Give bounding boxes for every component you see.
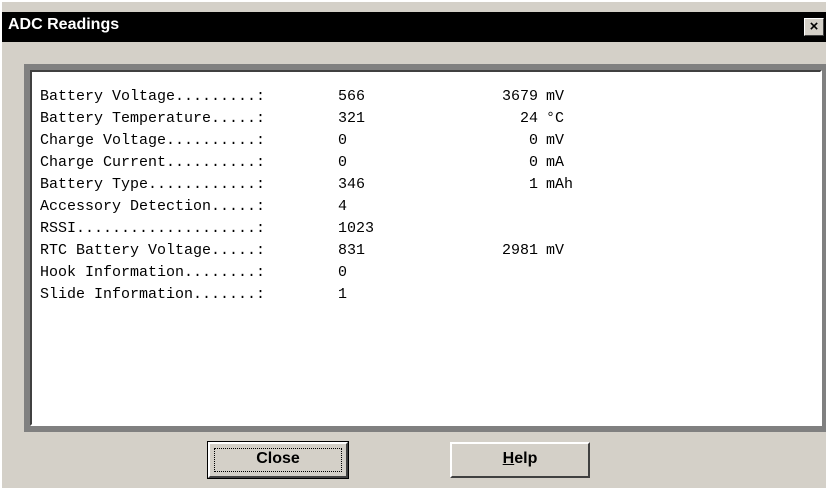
reading-unit: mA: [546, 154, 565, 171]
reading-raw: 4: [338, 198, 348, 215]
reading-label: Hook Information........:: [40, 264, 266, 281]
reading-value: 0: [528, 154, 538, 171]
reading-raw: 1023: [338, 220, 375, 237]
reading-row: Battery Voltage.........: 566 3679 mV: [40, 86, 606, 108]
reading-unit: mV: [546, 242, 565, 259]
help-mnemonic: H: [502, 450, 515, 467]
focus-rect: [214, 448, 342, 472]
reading-label: Battery Temperature.....:: [40, 110, 266, 127]
reading-label: Charge Current..........:: [40, 154, 266, 171]
reading-label: RSSI....................:: [40, 220, 266, 237]
reading-raw: 566: [338, 88, 366, 105]
reading-label: Accessory Detection.....:: [40, 198, 266, 215]
reading-raw: 346: [338, 176, 366, 193]
reading-value: 0: [528, 132, 538, 149]
reading-unit: mAh: [546, 176, 574, 193]
reading-row: Battery Type............: 346 1 mAh: [40, 174, 606, 196]
reading-unit: mV: [546, 132, 565, 149]
reading-row: RSSI....................: 1023: [40, 218, 606, 240]
reading-label: Battery Type............:: [40, 176, 266, 193]
window-title: ADC Readings: [8, 16, 120, 33]
reading-row: Accessory Detection.....: 4: [40, 196, 606, 218]
readings-panel: Battery Voltage.........: 566 3679 mV Batter…: [30, 70, 822, 426]
reading-value: 24: [519, 110, 538, 127]
reading-row: Slide Information.......: 1: [40, 284, 606, 306]
help-button-label: elp: [514, 450, 538, 467]
close-icon[interactable]: ×: [804, 18, 824, 36]
reading-label: Charge Voltage..........:: [40, 132, 266, 149]
reading-value: 1: [528, 176, 538, 193]
reading-label: Slide Information.......:: [40, 286, 266, 303]
readings-list: Battery Voltage.........: 566 3679 mV Batter…: [40, 86, 606, 306]
close-button[interactable]: Close: [207, 441, 349, 479]
reading-label: Battery Voltage.........:: [40, 88, 266, 105]
reading-raw: 321: [338, 110, 366, 127]
reading-raw: 831: [338, 242, 366, 259]
reading-unit: °C: [546, 110, 565, 127]
reading-row: RTC Battery Voltage.....: 831 2981 mV: [40, 240, 606, 262]
reading-raw: 1: [338, 286, 348, 303]
readings-frame: Battery Voltage.........: 566 3679 mV Batter…: [24, 64, 826, 432]
reading-raw: 0: [338, 264, 348, 281]
reading-unit: mV: [546, 88, 565, 105]
help-button[interactable]: Help: [450, 442, 590, 478]
reading-raw: 0: [338, 154, 348, 171]
title-bar[interactable]: ADC Readings ×: [2, 12, 826, 42]
reading-label: RTC Battery Voltage.....:: [40, 242, 266, 259]
reading-row: Charge Voltage..........: 0 0 mV: [40, 130, 606, 152]
reading-row: Charge Current..........: 0 0 mA: [40, 152, 606, 174]
reading-row: Hook Information........: 0: [40, 262, 606, 284]
adc-readings-dialog: ADC Readings × Battery Voltage.........:…: [0, 0, 826, 488]
reading-value: 2981: [501, 242, 538, 259]
reading-row: Battery Temperature.....: 321 24 °C: [40, 108, 606, 130]
reading-value: 3679: [501, 88, 538, 105]
reading-raw: 0: [338, 132, 348, 149]
